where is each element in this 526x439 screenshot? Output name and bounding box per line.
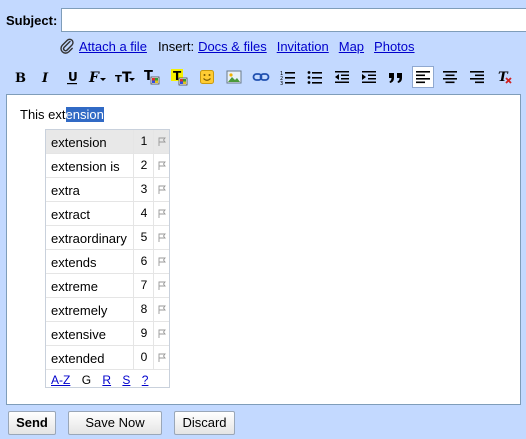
suggestion-item[interactable]: extract 4 (46, 202, 169, 226)
suggestion-number: 9 (133, 322, 154, 345)
remove-formatting-icon[interactable]: T (494, 66, 516, 88)
suggestion-word: extreme (51, 279, 98, 294)
text-color-icon[interactable]: T (141, 66, 163, 88)
font-icon[interactable]: F (87, 66, 109, 88)
svg-text:F: F (88, 70, 100, 85)
suggestion-word: extends (51, 255, 97, 270)
italic-icon[interactable]: I (34, 66, 56, 88)
emoticon-icon[interactable] (196, 66, 218, 88)
suggestion-item[interactable]: extension is 2 (46, 154, 169, 178)
insert-image-icon[interactable] (223, 66, 245, 88)
attach-file-link[interactable]: Attach a file (79, 39, 147, 54)
source-r-link[interactable]: R (102, 373, 111, 387)
suggestion-word: extended (51, 351, 105, 366)
suggestion-item[interactable]: extends 6 (46, 250, 169, 274)
numbered-list-icon[interactable]: 123 (277, 66, 299, 88)
align-right-icon[interactable] (466, 66, 488, 88)
insert-photos-link[interactable]: Photos (374, 39, 414, 54)
paperclip-icon (59, 38, 75, 54)
sort-az-link[interactable]: A-Z (51, 373, 70, 387)
suggestion-item[interactable]: extensive 9 (46, 322, 169, 346)
body-text-suggested-completion: ension (65, 107, 104, 122)
highlight-color-icon[interactable]: T (168, 66, 190, 88)
insert-label: Insert: (157, 38, 195, 54)
bulleted-list-icon[interactable] (304, 66, 326, 88)
svg-text:T: T (115, 74, 122, 85)
svg-text:I: I (41, 71, 49, 85)
discard-button[interactable]: Discard (174, 411, 235, 435)
suggestion-item[interactable]: extra 3 (46, 178, 169, 202)
link-icon[interactable] (250, 66, 272, 88)
suggestion-word: extensive (51, 327, 106, 342)
suggestion-number: 3 (133, 178, 154, 201)
flag-icon[interactable] (153, 130, 170, 153)
suggestion-word: extension is (51, 159, 120, 174)
svg-text:3: 3 (280, 81, 283, 85)
font-size-icon[interactable]: TT (114, 66, 136, 88)
suggestion-number: 2 (133, 154, 154, 177)
autocomplete-popup: extension 1 extension is 2 extra 3 extra… (45, 129, 170, 388)
subject-label: Subject: (6, 13, 58, 28)
message-body-editor[interactable]: This extension extension 1 extension is … (6, 94, 521, 405)
suggestion-footer: A-Z G R S ? (51, 373, 156, 387)
suggestion-item[interactable]: extended 0 (46, 346, 169, 370)
body-text-typed: This ext (20, 107, 66, 122)
flag-icon[interactable] (153, 178, 170, 201)
suggestion-word: extra (51, 183, 80, 198)
suggestion-number: 4 (133, 202, 154, 225)
align-left-icon[interactable] (412, 66, 434, 88)
svg-text:B: B (15, 71, 26, 85)
attach-row: Attach a file Insert: Docs & files Invit… (59, 38, 415, 54)
suggestion-number: 7 (133, 274, 154, 297)
svg-text:U: U (68, 70, 78, 84)
help-link[interactable]: ? (142, 373, 149, 387)
suggestion-number: 8 (133, 298, 154, 321)
flag-icon[interactable] (153, 274, 170, 297)
source-s-link[interactable]: S (122, 373, 130, 387)
underline-icon[interactable]: U (61, 66, 83, 88)
insert-docs-link[interactable]: Docs & files (198, 39, 267, 54)
source-g-link[interactable]: G (82, 373, 91, 387)
suggestion-word: extension (51, 135, 107, 150)
subject-input[interactable] (61, 8, 526, 32)
suggestion-number: 1 (133, 130, 154, 153)
suggestion-item[interactable]: extension 1 (46, 130, 169, 154)
bold-icon[interactable]: B (8, 66, 30, 88)
flag-icon[interactable] (153, 346, 170, 369)
flag-icon[interactable] (153, 202, 170, 225)
svg-text:T: T (122, 70, 132, 85)
align-center-icon[interactable] (439, 66, 461, 88)
suggestion-item[interactable]: extremely 8 (46, 298, 169, 322)
insert-map-link[interactable]: Map (339, 39, 364, 54)
body-text: This extension (20, 107, 104, 122)
suggestion-word: extract (51, 207, 91, 222)
suggestion-number: 6 (133, 250, 154, 273)
suggestion-word: extremely (51, 303, 108, 318)
insert-invitation-link[interactable]: Invitation (277, 39, 329, 54)
save-now-button[interactable]: Save Now (68, 411, 162, 435)
indent-more-icon[interactable] (358, 66, 380, 88)
flag-icon[interactable] (153, 250, 170, 273)
suggestion-word: extraordinary (51, 231, 127, 246)
flag-icon[interactable] (153, 226, 170, 249)
formatting-toolbar: B I U F TT T T 123 T (6, 66, 522, 90)
suggestion-item[interactable]: extraordinary 5 (46, 226, 169, 250)
indent-less-icon[interactable] (331, 66, 353, 88)
quote-icon[interactable] (385, 66, 407, 88)
send-button[interactable]: Send (8, 411, 56, 435)
flag-icon[interactable] (153, 298, 170, 321)
suggestion-number: 0 (133, 346, 154, 369)
suggestion-item[interactable]: extreme 7 (46, 274, 169, 298)
flag-icon[interactable] (153, 154, 170, 177)
flag-icon[interactable] (153, 322, 170, 345)
suggestion-number: 5 (133, 226, 154, 249)
